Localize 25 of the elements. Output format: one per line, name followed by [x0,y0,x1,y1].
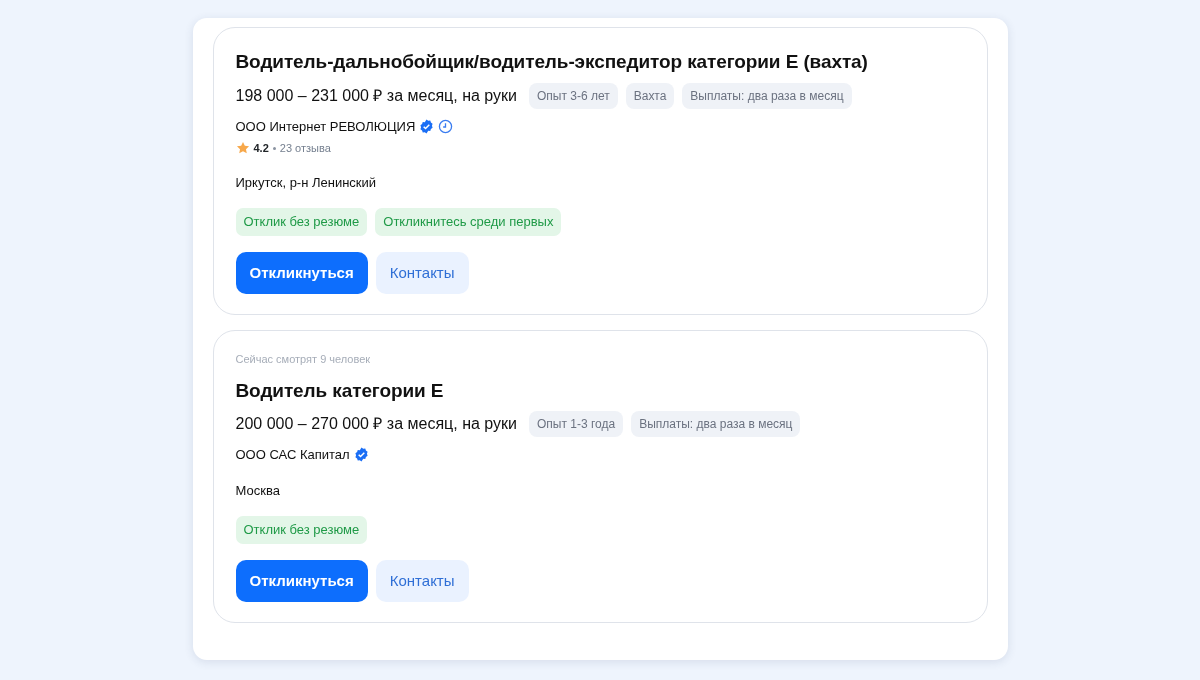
vacancy-title[interactable]: Водитель категории Е [235,376,965,405]
contacts-button[interactable]: Контакты [375,559,469,602]
reviews-count[interactable]: 23 отзыва [279,140,331,157]
condition-tag: Опыт 3-6 лет [529,82,618,109]
condition-tag: Выплаты: два раза в месяц [682,82,852,109]
salary-text: 198 000 – 231 000 ₽ за месяц, на руки [235,85,517,106]
salary-text: 200 000 – 270 000 ₽ за месяц, на руки [235,414,517,434]
feature-tag: Откликнитесь среди первых [375,208,562,236]
viewers-note: Сейчас смотрят 9 человек [235,352,372,367]
feature-tag: Отклик без резюме [235,516,368,544]
city-text: Иркутск, р-н Ленинский [235,173,378,192]
city-text: Москва [235,481,281,500]
star-icon [235,141,250,156]
vacancy-title[interactable]: Водитель-дальнобойщик/водитель-экспедитор категории Е (вахта) [235,48,965,77]
apply-button[interactable]: Откликнуться [235,251,368,294]
company-name[interactable]: ООО САС Капитал [235,445,350,465]
feature-tag: Отклик без резюме [235,208,368,236]
condition-tag: Выплаты: два раза в месяц [631,411,801,437]
company-name[interactable]: ООО Интернет РЕВОЛЮЦИЯ [235,116,416,136]
rating-score: 4.2 [253,141,269,156]
apply-button[interactable]: Откликнуться [235,559,368,602]
condition-tag: Опыт 1-3 года [529,411,624,437]
separator-dot-icon [272,146,276,150]
contacts-button[interactable]: Контакты [375,251,469,294]
condition-tag: Вахта [625,82,675,109]
